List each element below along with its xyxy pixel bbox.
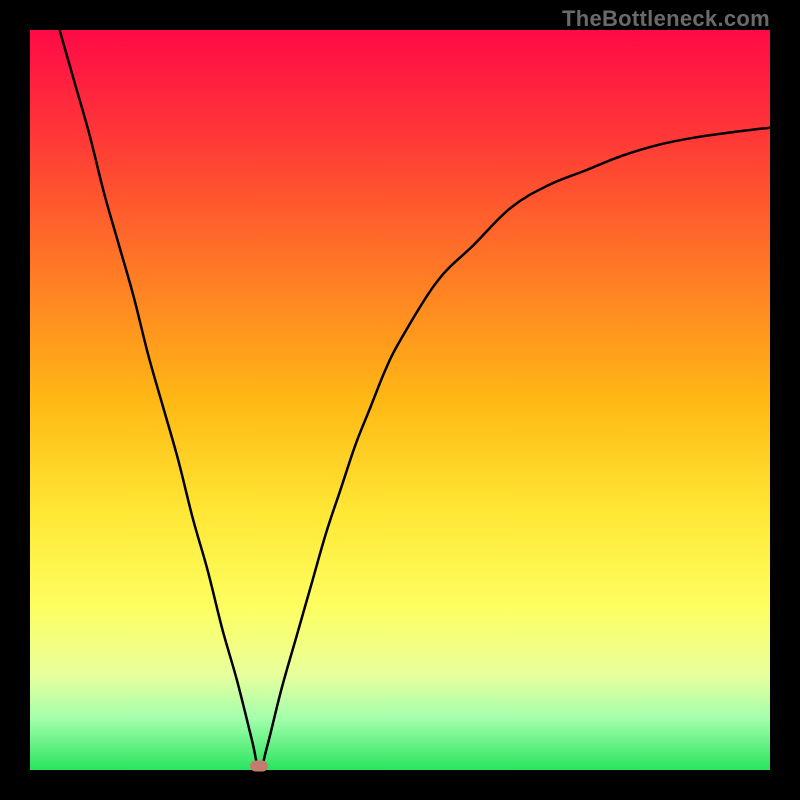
watermark-label: TheBottleneck.com [562, 6, 770, 32]
chart-frame: TheBottleneck.com [0, 0, 800, 800]
bottleneck-curve [30, 30, 770, 770]
plot-area [30, 30, 770, 770]
optimal-point-marker [250, 761, 268, 772]
